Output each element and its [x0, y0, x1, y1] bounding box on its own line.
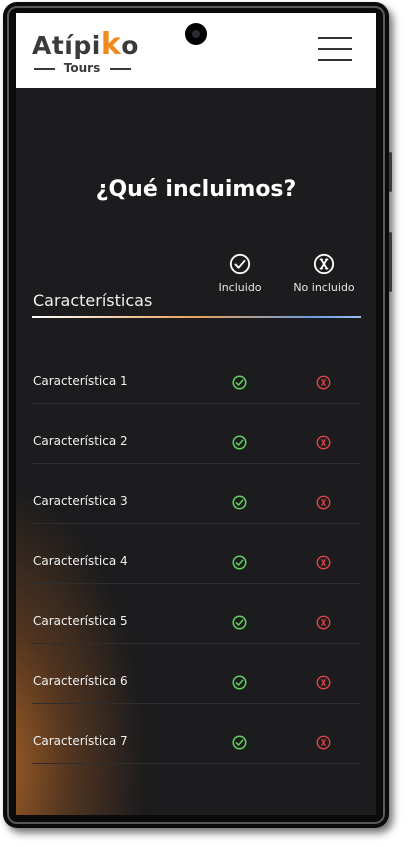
feature-row: Característica 4 — [32, 545, 361, 605]
check-circle-icon — [232, 735, 247, 750]
hamburger-menu-icon[interactable] — [318, 37, 352, 61]
header-underline — [32, 316, 361, 318]
feature-row: Característica 2 — [32, 425, 361, 485]
x-circle-icon — [316, 555, 331, 570]
feature-row: Característica 3 — [32, 485, 361, 545]
brand-logo[interactable]: Atípiko Tours — [32, 21, 142, 81]
included-column-header: Incluido — [195, 253, 285, 294]
feature-name: Característica 1 — [33, 374, 128, 388]
front-camera — [185, 23, 207, 45]
x-circle-icon — [316, 615, 331, 630]
row-divider — [32, 403, 361, 404]
power-button — [389, 232, 392, 292]
site-header: Atípiko Tours — [16, 13, 376, 88]
check-circle-icon — [229, 253, 251, 275]
x-circle-icon — [316, 495, 331, 510]
row-divider — [32, 643, 361, 644]
row-divider — [32, 703, 361, 704]
volume-button — [389, 152, 392, 192]
included-label: Incluido — [218, 281, 262, 294]
logo-line-right — [110, 68, 131, 70]
feature-name: Característica 3 — [33, 494, 128, 508]
features-column-header: Características — [33, 291, 153, 310]
x-circle-icon — [316, 375, 331, 390]
feature-name: Característica 5 — [33, 614, 128, 628]
phone-screen: Atípiko Tours ¿Qué incluimos? Incluido N… — [16, 13, 376, 815]
row-divider — [32, 463, 361, 464]
row-divider — [32, 523, 361, 524]
check-circle-icon — [232, 555, 247, 570]
logo-wordmark: Atípiko — [32, 27, 139, 62]
not-included-label: No incluido — [293, 281, 355, 294]
not-included-column-header: No incluido — [279, 253, 369, 294]
check-circle-icon — [232, 375, 247, 390]
check-circle-icon — [232, 435, 247, 450]
x-circle-icon — [313, 253, 335, 275]
feature-row: Característica 5 — [32, 605, 361, 665]
check-circle-icon — [232, 675, 247, 690]
feature-name: Característica 4 — [33, 554, 128, 568]
feature-row: Característica 1 — [32, 365, 361, 425]
feature-name: Característica 6 — [33, 674, 128, 688]
x-circle-icon — [316, 675, 331, 690]
check-circle-icon — [232, 495, 247, 510]
row-divider — [32, 763, 361, 764]
x-circle-icon — [316, 735, 331, 750]
check-circle-icon — [232, 615, 247, 630]
row-divider — [32, 583, 361, 584]
feature-row: Característica 6 — [32, 665, 361, 725]
x-circle-icon — [316, 435, 331, 450]
feature-name: Característica 7 — [33, 734, 128, 748]
section-title: ¿Qué incluimos? — [95, 177, 297, 202]
feature-row: Característica 7 — [32, 725, 361, 785]
feature-name: Característica 2 — [33, 434, 128, 448]
